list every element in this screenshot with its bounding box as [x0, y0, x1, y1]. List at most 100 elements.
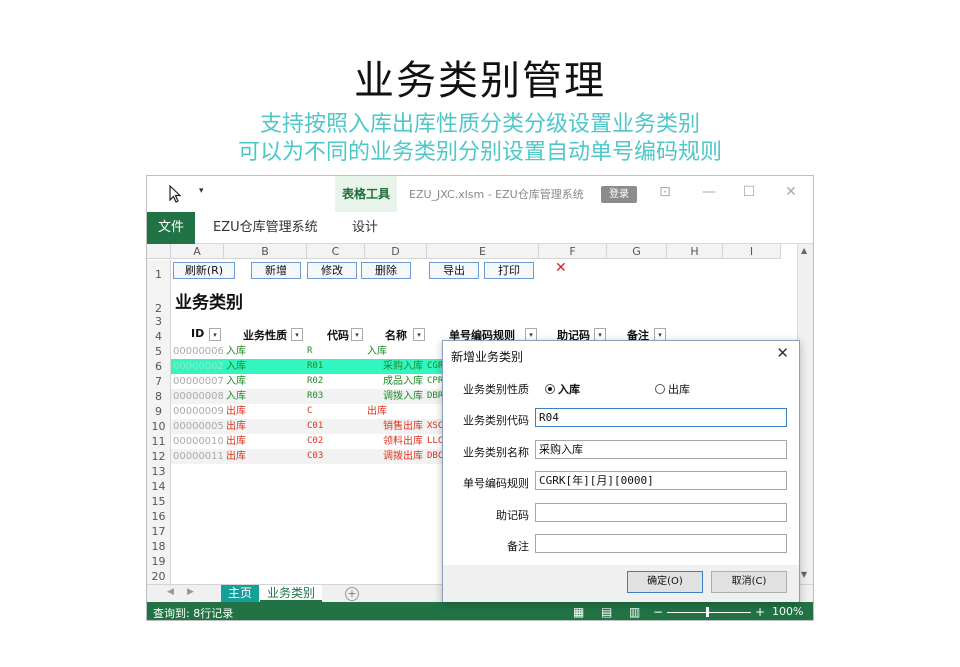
note-label: 备注: [507, 540, 529, 553]
cell-id: 00000002: [173, 361, 223, 372]
ok-button[interactable]: 确定(O): [627, 571, 703, 593]
radio-in[interactable]: 入库: [545, 381, 580, 397]
column-header[interactable]: B: [224, 244, 307, 259]
cell-nature: 入库: [226, 361, 246, 372]
row-header[interactable]: 12: [147, 449, 171, 464]
row-header[interactable]: 14: [147, 479, 171, 494]
row-header[interactable]: 1: [147, 260, 171, 282]
filter-dropdown-icon[interactable]: ▾: [291, 328, 303, 341]
zoom-in-icon[interactable]: +: [755, 605, 765, 619]
tab-design[interactable]: 设计: [352, 212, 378, 244]
mnemonic-input[interactable]: [535, 503, 787, 522]
column-header[interactable]: D: [365, 244, 427, 259]
filter-dropdown-icon[interactable]: ▾: [351, 328, 363, 341]
row-header[interactable]: 10: [147, 419, 171, 434]
sheet-tab-main[interactable]: 主页: [221, 585, 259, 602]
ribbon-display-icon[interactable]: ⊡: [655, 184, 675, 200]
zoom-slider-handle[interactable]: [706, 607, 709, 617]
quick-access-dropdown-icon[interactable]: ▾: [199, 186, 204, 196]
radio-out[interactable]: 出库: [655, 381, 690, 397]
cell-code: R03: [307, 391, 324, 401]
maximize-icon[interactable]: ☐: [739, 184, 759, 200]
cell-nature: 入库: [226, 391, 246, 402]
cell-code: R02: [307, 376, 324, 386]
refresh-button[interactable]: 刷新(R): [173, 262, 235, 279]
row-header[interactable]: 15: [147, 494, 171, 509]
column-header[interactable]: A: [171, 244, 224, 259]
edit-button[interactable]: 修改: [307, 262, 357, 279]
mnemonic-label: 助记码: [496, 509, 529, 522]
zoom-slider[interactable]: [667, 612, 751, 613]
column-header[interactable]: H: [667, 244, 723, 259]
tab-ezu-system[interactable]: EZU仓库管理系统: [213, 212, 318, 244]
add-sheet-icon[interactable]: +: [345, 587, 359, 601]
row-header[interactable]: 11: [147, 434, 171, 449]
next-sheet-icon[interactable]: ▶: [187, 587, 194, 597]
cell-code: R: [307, 346, 313, 356]
row-header[interactable]: 7: [147, 374, 171, 389]
column-header[interactable]: F: [539, 244, 607, 259]
add-button[interactable]: 新增: [251, 262, 301, 279]
cell-code: R01: [307, 361, 324, 371]
cell-nature: 出库: [226, 421, 246, 432]
code-input[interactable]: R04: [535, 408, 787, 427]
column-header[interactable]: G: [607, 244, 667, 259]
delete-button[interactable]: 删除: [361, 262, 411, 279]
close-window-icon[interactable]: ✕: [781, 184, 801, 200]
cell-name: 入库: [367, 346, 387, 357]
minimize-icon[interactable]: —: [699, 184, 719, 200]
row-header[interactable]: 17: [147, 524, 171, 539]
column-header[interactable]: I: [723, 244, 781, 259]
cell-name: 领料出库: [383, 436, 423, 447]
tab-file[interactable]: 文件: [147, 212, 195, 244]
code-label: 业务类别代码: [463, 414, 529, 427]
rule-input[interactable]: CGRK[年][月][0000]: [535, 471, 787, 490]
login-button[interactable]: 登录: [601, 186, 637, 203]
header-nature: 业务性质: [243, 329, 287, 342]
page-layout-icon[interactable]: ▤: [601, 605, 612, 619]
row-header[interactable]: 3: [147, 314, 171, 329]
note-input[interactable]: [535, 534, 787, 553]
dialog-footer: 确定(O) 取消(C): [443, 565, 799, 602]
title-bar: ▾ 表格工具 EZU_JXC.xlsm - EZU仓库管理系统 登录 ⊡ — ☐…: [147, 176, 813, 212]
cell-name: 成品入库: [383, 376, 423, 387]
row-header[interactable]: 5: [147, 344, 171, 359]
cell-nature: 出库: [226, 451, 246, 462]
name-label: 业务类别名称: [463, 446, 529, 459]
scroll-up-icon[interactable]: ▲: [801, 246, 807, 255]
table-tools-tab[interactable]: 表格工具: [335, 176, 397, 212]
prev-sheet-icon[interactable]: ◀: [167, 587, 174, 597]
row-header[interactable]: 18: [147, 539, 171, 554]
nature-label: 业务类别性质: [463, 383, 529, 396]
name-input[interactable]: 采购入库: [535, 440, 787, 459]
filter-dropdown-icon[interactable]: ▾: [413, 328, 425, 341]
row-header[interactable]: 8: [147, 389, 171, 404]
row-header[interactable]: 13: [147, 464, 171, 479]
close-dialog-icon[interactable]: ✕: [776, 344, 789, 362]
row-header[interactable]: 16: [147, 509, 171, 524]
cell-name: 采购入库: [383, 361, 423, 372]
normal-view-icon[interactable]: ▦: [573, 605, 584, 619]
hero-title: 业务类别管理: [354, 58, 606, 104]
cell-name: 出库: [367, 406, 387, 417]
scroll-down-icon[interactable]: ▼: [801, 570, 807, 579]
select-all-corner[interactable]: [147, 244, 171, 259]
row-header[interactable]: 19: [147, 554, 171, 569]
zoom-level[interactable]: 100%: [772, 605, 803, 618]
column-header[interactable]: E: [427, 244, 539, 259]
close-sheet-icon[interactable]: ✕: [555, 260, 567, 276]
row-header[interactable]: 9: [147, 404, 171, 419]
row-header[interactable]: 4: [147, 329, 171, 344]
zoom-out-icon[interactable]: −: [653, 605, 663, 619]
print-button[interactable]: 打印: [484, 262, 534, 279]
filter-dropdown-icon[interactable]: ▾: [209, 328, 221, 341]
row-header[interactable]: 20: [147, 569, 171, 584]
row-header[interactable]: 6: [147, 359, 171, 374]
page-break-icon[interactable]: ▥: [629, 605, 640, 619]
export-button[interactable]: 导出: [429, 262, 479, 279]
column-header[interactable]: C: [307, 244, 365, 259]
cancel-button[interactable]: 取消(C): [711, 571, 787, 593]
row-header[interactable]: 2: [147, 282, 171, 315]
sheet-tab-business-category[interactable]: 业务类别: [260, 585, 322, 602]
cell-name: 调拨出库: [383, 451, 423, 462]
